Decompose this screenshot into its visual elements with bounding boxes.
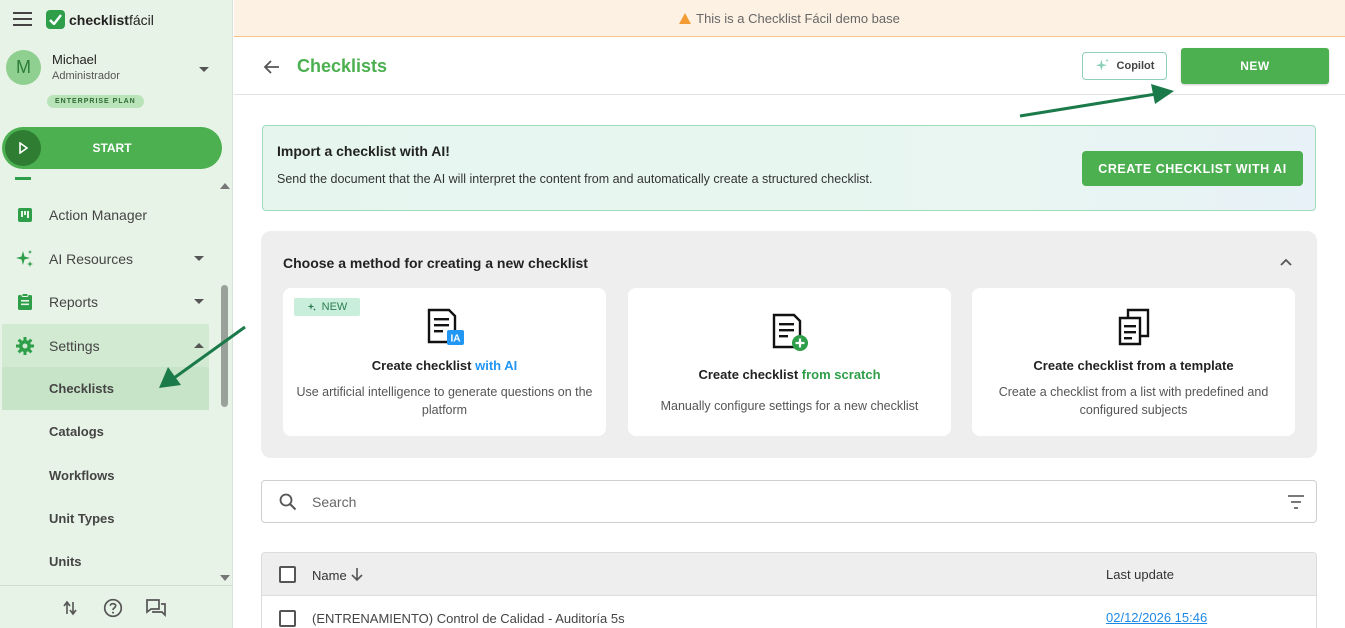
copilot-label: Copilot	[1116, 60, 1155, 72]
play-icon	[5, 130, 41, 166]
sidebar-subitem-unit-types[interactable]: Unit Types	[2, 497, 209, 540]
start-label: START	[92, 141, 132, 155]
new-tag-label: NEW	[321, 301, 348, 313]
sidebar-subitem-label: Unit Types	[49, 511, 115, 526]
sparkle-icon	[307, 303, 316, 311]
option-description: Use artificial intelligence to generate …	[296, 385, 593, 417]
search-bar	[261, 480, 1317, 523]
scrollbar-thumb[interactable]	[221, 285, 228, 407]
sidebar-subitem-label: Checklists	[49, 381, 115, 396]
scroll-up-icon[interactable]	[220, 183, 230, 189]
row-name[interactable]: (ENTRENAMIENTO) Control de Calidad - Aud…	[312, 611, 625, 626]
action-manager-icon	[14, 204, 36, 226]
option-title: Create checklist from a template	[1033, 358, 1234, 373]
user-role: Administrador	[52, 70, 120, 82]
document-add-icon	[770, 313, 810, 353]
sidebar-subitem-catalogs[interactable]: Catalogs	[2, 410, 209, 453]
sidebar-item-label: Action Manager	[49, 206, 148, 223]
sidebar-subitem-label: Workflows	[49, 468, 115, 483]
column-header-last-update[interactable]: Last update	[1106, 567, 1174, 582]
sparkle-icon	[1095, 58, 1109, 71]
ai-import-card: Import a checklist with AI! Send the doc…	[262, 125, 1316, 211]
chevron-down-icon[interactable]	[199, 67, 209, 72]
sidebar-item-ai-resources[interactable]: AI Resources	[2, 237, 209, 280]
row-last-update-link[interactable]: 02/12/2026 15:46	[1106, 610, 1207, 625]
demo-banner: This is a Checklist Fácil demo base	[234, 0, 1345, 37]
logo-text: checklistfácil	[69, 11, 154, 28]
document-ai-icon: IA	[425, 308, 465, 348]
sparkle-icon	[14, 248, 36, 270]
help-icon[interactable]	[103, 598, 123, 618]
back-arrow-icon[interactable]	[262, 57, 282, 77]
option-title: Create checklist with AI	[371, 358, 518, 373]
chevron-down-icon	[194, 256, 204, 261]
start-button[interactable]: START	[2, 127, 222, 169]
option-description: Manually configure settings for a new ch…	[660, 399, 919, 413]
method-panel: Choose a method for creating a new check…	[261, 231, 1317, 458]
sidebar-subitem-label: Units	[49, 554, 82, 569]
create-checklist-with-ai-button[interactable]: CREATE CHECKLIST WITH AI	[1082, 151, 1303, 186]
option-title: Create checklist from scratch	[698, 367, 881, 382]
scroll-down-icon[interactable]	[220, 575, 230, 581]
sidebar-subitem-checklists[interactable]: Checklists	[2, 367, 209, 410]
search-icon	[278, 492, 298, 512]
chevron-down-icon	[194, 299, 204, 304]
select-all-checkbox[interactable]	[279, 566, 296, 583]
filter-icon[interactable]	[1286, 493, 1306, 511]
table-header: Name Last update	[262, 553, 1316, 596]
sidebar-item-reports[interactable]: Reports	[2, 280, 209, 323]
sidebar-scrollbar[interactable]	[217, 177, 232, 585]
checkmark-logo-icon	[46, 10, 65, 29]
copilot-button[interactable]: Copilot	[1082, 52, 1167, 80]
table-row[interactable]: (ENTRENAMIENTO) Control de Calidad - Aud…	[262, 597, 1316, 628]
copy-documents-icon	[1114, 308, 1154, 348]
row-checkbox[interactable]	[279, 610, 296, 627]
avatar: M	[6, 50, 41, 85]
page-title: Checklists	[297, 56, 388, 76]
app-logo[interactable]: checklistfácil	[46, 10, 154, 29]
sidebar-subitem-units[interactable]: Units	[2, 540, 209, 583]
gear-icon	[14, 335, 36, 357]
svg-text:IA: IA	[450, 334, 460, 345]
sidebar-item-settings[interactable]: Settings	[2, 324, 209, 367]
ai-import-description: Send the document that the AI will inter…	[277, 172, 873, 186]
chat-icon[interactable]	[146, 598, 166, 618]
banner-text: This is a Checklist Fácil demo base	[696, 10, 900, 26]
new-button[interactable]: NEW	[1181, 48, 1329, 84]
sidebar-item-action-manager[interactable]: Action Manager	[2, 193, 209, 236]
sidebar-item-label: Settings	[49, 337, 100, 354]
warning-icon	[679, 12, 692, 24]
sidebar-subitem-workflows[interactable]: Workflows	[2, 454, 209, 497]
partial-nav-icon	[15, 177, 31, 180]
sidebar-item-label: Reports	[49, 293, 99, 310]
sidebar: checklistfácil M Michael Administrador E…	[0, 0, 233, 628]
clipboard-icon	[14, 291, 36, 313]
method-title: Choose a method for creating a new check…	[283, 255, 588, 271]
user-name: Michael	[52, 52, 97, 67]
chevron-up-icon	[194, 343, 204, 348]
sidebar-footer	[0, 585, 232, 628]
sidebar-top: checklistfácil	[0, 0, 232, 40]
search-input[interactable]	[312, 491, 1212, 513]
sidebar-subitem-label: Catalogs	[49, 424, 104, 439]
swap-arrows-icon[interactable]	[60, 598, 80, 618]
new-tag: NEW	[294, 298, 360, 316]
chevron-up-icon[interactable]	[1279, 255, 1293, 269]
option-create-from-scratch[interactable]: Create checklist from scratch Manually c…	[628, 288, 951, 436]
sidebar-item-label: AI Resources	[49, 250, 134, 267]
hamburger-menu-icon[interactable]	[13, 12, 32, 27]
sidebar-nav: Action Manager AI Resources Reports Sett…	[0, 177, 217, 585]
user-profile[interactable]: M Michael Administrador ENTERPRISE PLAN	[6, 48, 226, 118]
checklists-table: Name Last update (ENTRENAMIENTO) Control…	[261, 552, 1317, 628]
page-header: Checklists Copilot NEW	[234, 38, 1345, 95]
ai-import-title: Import a checklist with AI!	[277, 143, 450, 159]
sort-arrow-down-icon[interactable]	[350, 566, 364, 582]
plan-badge: ENTERPRISE PLAN	[47, 95, 144, 108]
column-header-name[interactable]: Name	[312, 568, 347, 583]
option-create-from-template[interactable]: Create checklist from a template Create …	[972, 288, 1295, 436]
option-description: Create a checklist from a list with pred…	[998, 385, 1269, 417]
option-create-with-ai[interactable]: NEW IA Create checklist with AI Use arti…	[283, 288, 606, 436]
